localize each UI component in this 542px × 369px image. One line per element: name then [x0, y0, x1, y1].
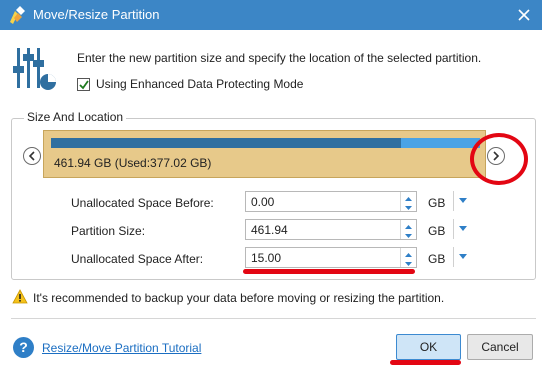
unallocated-before-label: Unallocated Space Before: [71, 196, 214, 210]
chevron-down-icon [459, 198, 467, 203]
unit-dropdown[interactable] [453, 247, 469, 267]
increment-button[interactable] [401, 192, 416, 201]
arrow-down-icon [405, 262, 412, 266]
enhanced-mode-option[interactable]: Using Enhanced Data Protecting Mode [77, 76, 303, 92]
group-title: Size And Location [24, 110, 127, 124]
unit-label: GB [428, 196, 446, 210]
arrow-down-icon [405, 206, 412, 210]
usage-fill [51, 138, 402, 148]
red-underline-annotation [390, 360, 461, 365]
backup-warning-text: It's recommended to backup your data bef… [33, 291, 445, 305]
red-circle-annotation [470, 133, 528, 185]
arrow-down-icon [405, 234, 412, 238]
red-underline-annotation [243, 269, 415, 274]
warning-icon [12, 289, 28, 304]
checkmark-icon [79, 79, 89, 89]
enhanced-mode-checkbox[interactable] [77, 77, 90, 91]
partition-block[interactable]: 461.94 GB (Used:377.02 GB) [43, 130, 486, 178]
unit-dropdown[interactable] [453, 191, 469, 211]
chevron-down-icon [459, 254, 467, 259]
unit-label: GB [428, 224, 446, 238]
unit-label: GB [428, 252, 446, 266]
decrement-button[interactable] [401, 230, 416, 239]
instruction-text: Enter the new partition size and specify… [77, 51, 482, 65]
chevron-down-icon [459, 226, 467, 231]
chevron-left-icon [28, 151, 35, 161]
decrement-button[interactable] [401, 258, 416, 267]
increment-button[interactable] [401, 248, 416, 257]
divider [11, 318, 536, 319]
close-icon [518, 9, 530, 21]
tutorial-link[interactable]: Resize/Move Partition Tutorial [42, 341, 201, 355]
unallocated-before-stepper[interactable] [245, 191, 417, 212]
cancel-button[interactable]: Cancel [467, 334, 533, 360]
unit-dropdown[interactable] [453, 219, 469, 239]
unallocated-after-label: Unallocated Space After: [71, 252, 204, 266]
help-icon[interactable]: ? [13, 337, 34, 358]
partition-size-stepper[interactable] [245, 219, 417, 240]
decrement-button[interactable] [401, 202, 416, 211]
unallocated-before-input[interactable] [246, 192, 396, 211]
ok-button[interactable]: OK [396, 334, 461, 360]
sliders-icon [13, 48, 56, 90]
usage-bar [51, 138, 480, 148]
move-left-button[interactable] [23, 147, 41, 165]
partition-size-label: 461.94 GB (Used:377.02 GB) [54, 156, 212, 170]
title-bar: Move/Resize Partition [0, 0, 542, 30]
unallocated-after-stepper[interactable] [245, 247, 417, 268]
increment-button[interactable] [401, 220, 416, 229]
unallocated-after-input[interactable] [246, 248, 396, 267]
partition-size-field-label: Partition Size: [71, 224, 146, 238]
enhanced-mode-label: Using Enhanced Data Protecting Mode [96, 77, 304, 91]
close-button[interactable] [512, 3, 536, 27]
app-logo-icon [10, 6, 25, 24]
partition-size-input[interactable] [246, 220, 396, 239]
window-title: Move/Resize Partition [33, 7, 160, 22]
